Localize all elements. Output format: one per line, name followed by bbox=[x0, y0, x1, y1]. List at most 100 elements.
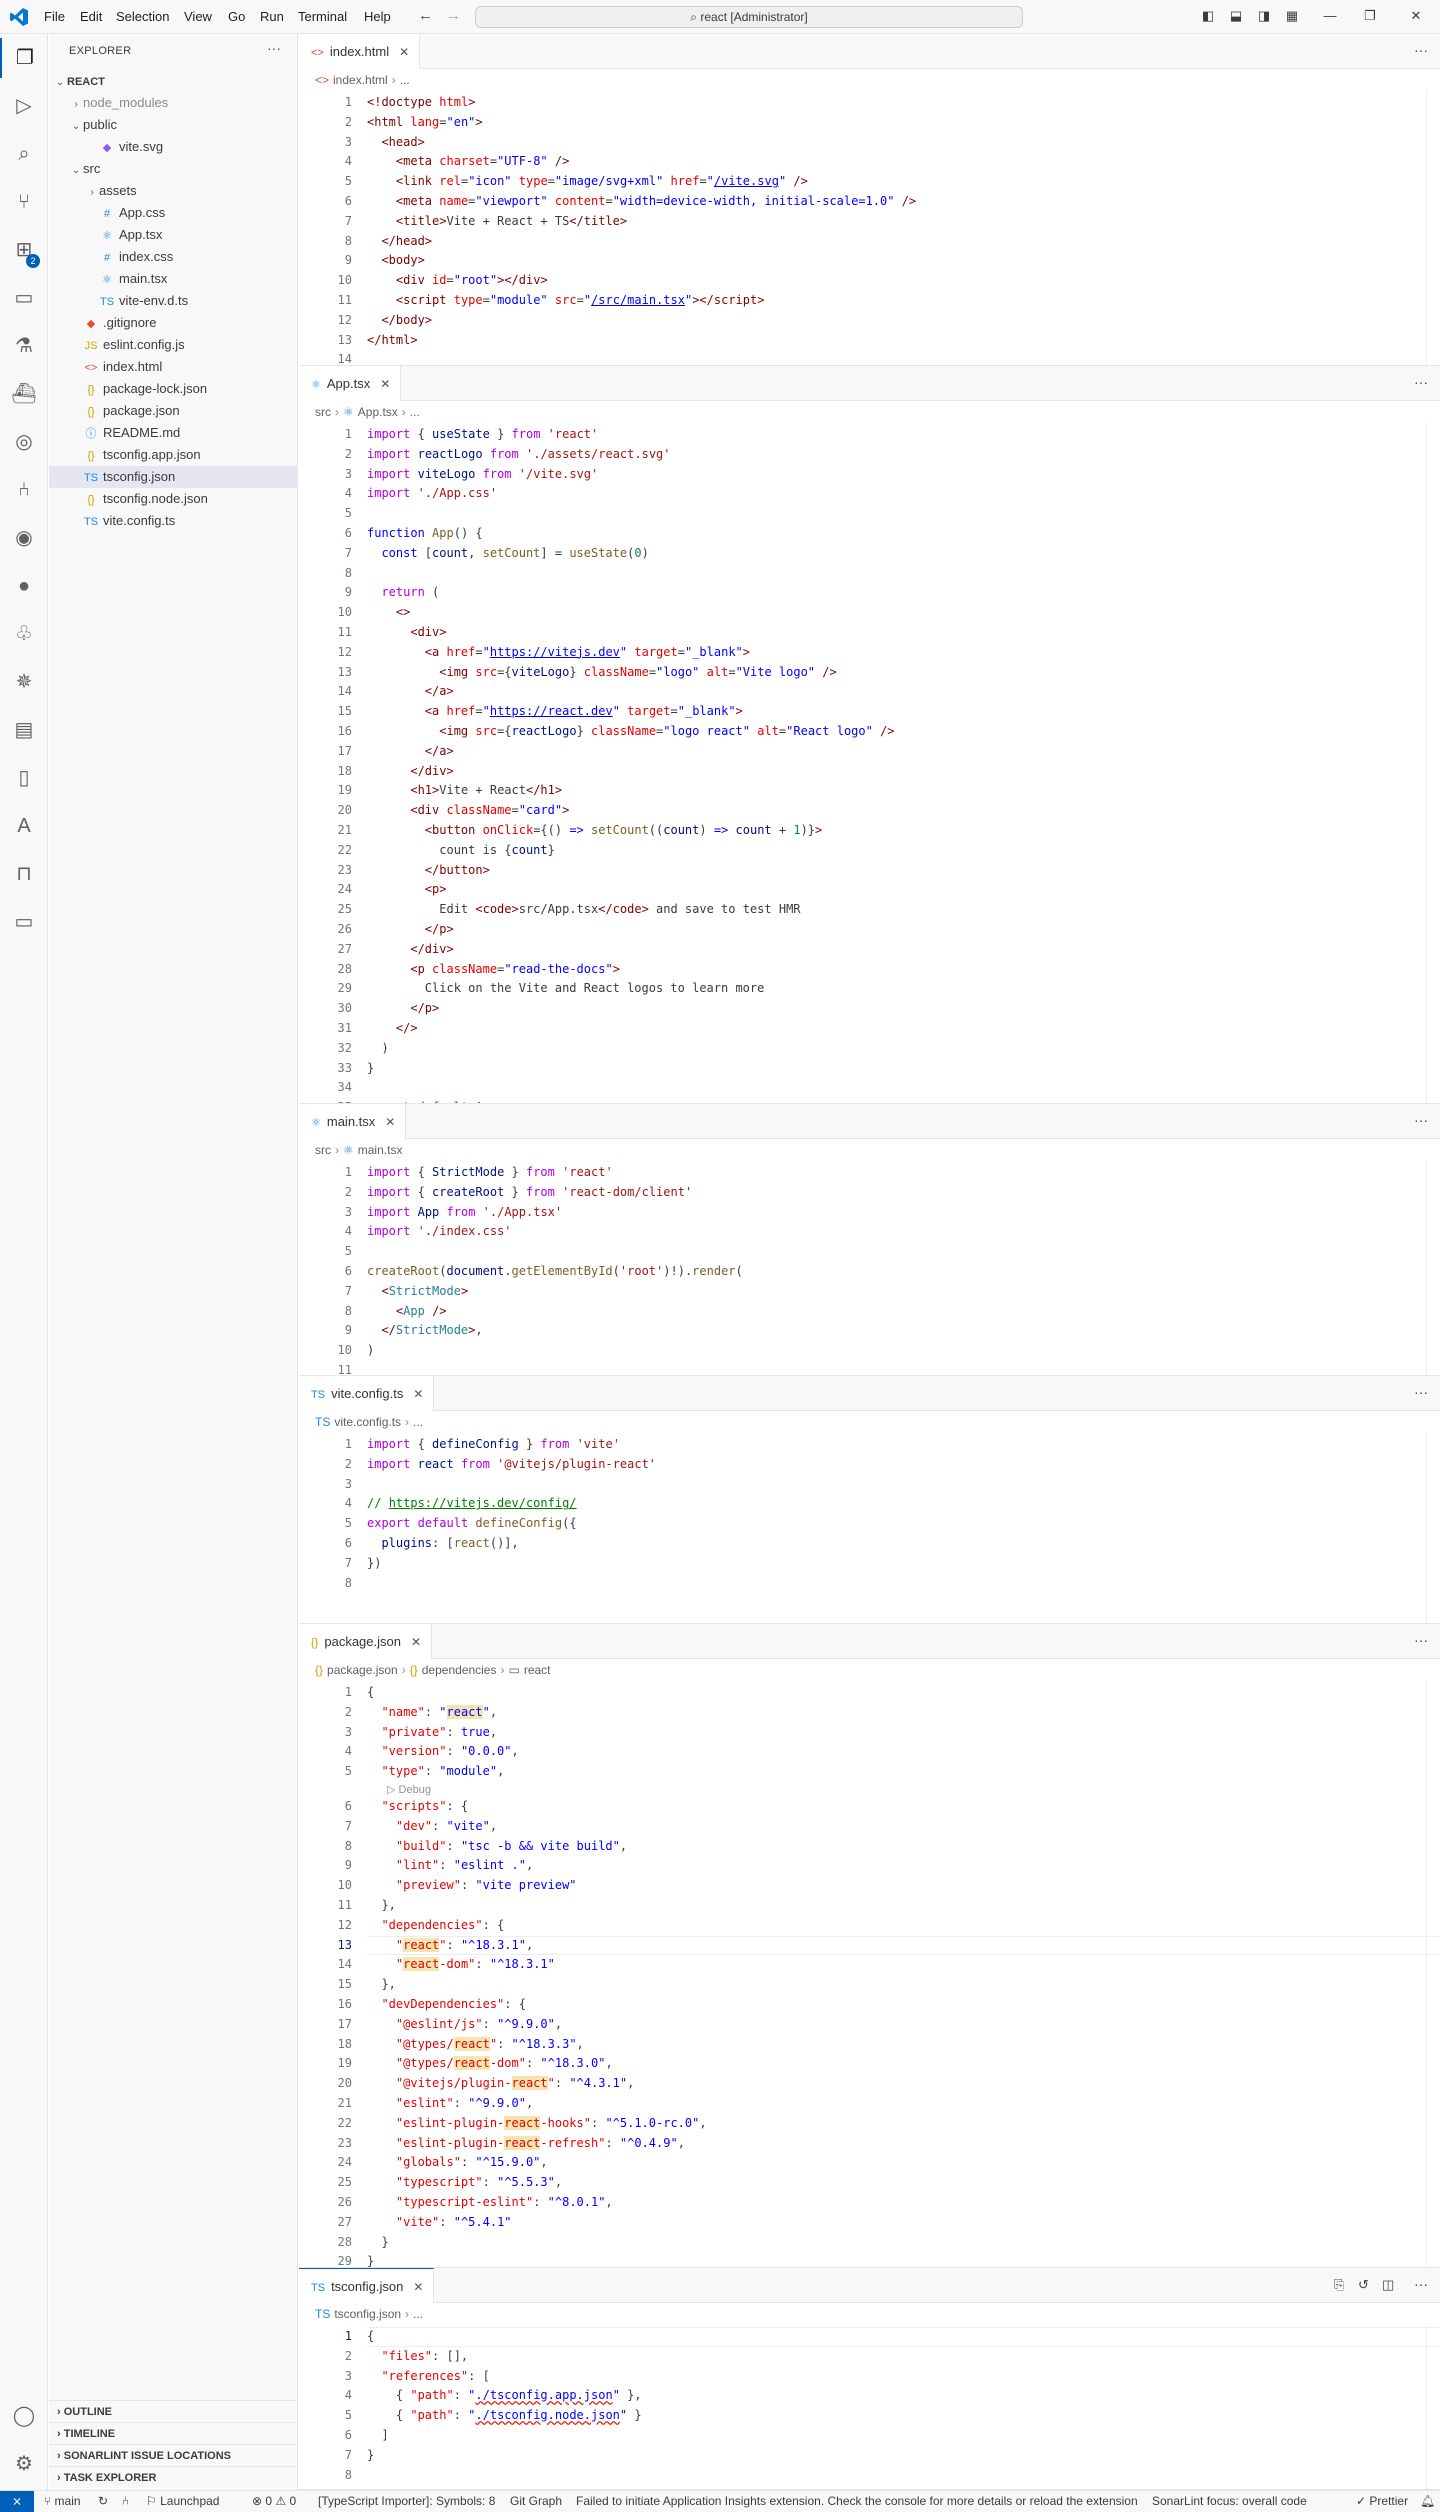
breadcrumb-item[interactable]: src bbox=[315, 1143, 331, 1157]
tree-item--gitignore[interactable]: ◆ .gitignore bbox=[49, 312, 298, 334]
code-line[interactable]: "type": "module", bbox=[367, 1764, 504, 1778]
more-actions-icon[interactable]: ··· bbox=[1414, 1632, 1428, 1648]
code-line[interactable]: <script type="module" src="/src/main.tsx… bbox=[367, 293, 765, 307]
breadcrumb-item[interactable]: {} package.json bbox=[315, 1663, 398, 1677]
close-tab-icon[interactable]: ✕ bbox=[385, 1115, 395, 1129]
menu-terminal[interactable]: Terminal bbox=[298, 9, 347, 24]
code-line[interactable]: return ( bbox=[367, 585, 439, 599]
code-line[interactable]: </p> bbox=[367, 922, 454, 936]
breadcrumb-item[interactable]: TS vite.config.ts bbox=[315, 1415, 401, 1429]
run-debug-icon[interactable]: ▷ bbox=[0, 86, 48, 126]
comments-icon[interactable]: ▭ bbox=[0, 902, 48, 942]
code-line[interactable]: <title>Vite + React + TS</title> bbox=[367, 214, 627, 228]
vertical-scrollbar[interactable] bbox=[1426, 2325, 1440, 2489]
menu-help[interactable]: Help bbox=[364, 9, 391, 24]
vertical-scrollbar[interactable] bbox=[1426, 1433, 1440, 1623]
code-line[interactable]: <div className="card"> bbox=[367, 803, 569, 817]
code-line[interactable]: "build": "tsc -b && vite build", bbox=[367, 1839, 627, 1853]
git-graph-icon[interactable]: ⑃ bbox=[0, 470, 48, 510]
code-line[interactable]: } bbox=[367, 1061, 374, 1075]
more-actions-icon[interactable]: ··· bbox=[1414, 42, 1428, 58]
code-line[interactable]: }, bbox=[367, 1898, 395, 1912]
code-line[interactable]: import reactLogo from './assets/react.sv… bbox=[367, 447, 671, 461]
remote-explorer-icon[interactable]: ▭ bbox=[0, 278, 48, 318]
tree-item-index-html[interactable]: <> index.html bbox=[49, 356, 298, 378]
sonarlint-status[interactable]: SonarLint focus: overall code bbox=[1152, 2491, 1307, 2512]
notifications-bell-icon[interactable]: 🔔︎ bbox=[1420, 2491, 1435, 2512]
github-icon[interactable]: ● bbox=[0, 566, 48, 606]
sync-icon[interactable]: ↻ bbox=[98, 2491, 108, 2512]
tree-item-package-json[interactable]: {} package.json bbox=[49, 400, 298, 422]
forward-arrow-icon[interactable]: → bbox=[446, 7, 461, 24]
code-line[interactable]: createRoot(document.getElementById('root… bbox=[367, 1264, 743, 1278]
code-line[interactable]: "devDependencies": { bbox=[367, 1997, 526, 2011]
tree-item-vite-env-d-ts[interactable]: TS vite-env.d.ts bbox=[49, 290, 298, 312]
code-line[interactable]: <a href="https://react.dev" target="_bla… bbox=[367, 704, 743, 718]
code-line[interactable]: </a> bbox=[367, 684, 454, 698]
code-line[interactable]: <> bbox=[367, 605, 410, 619]
close-tab-icon[interactable]: ✕ bbox=[413, 2280, 423, 2294]
tree-item-eslint-config-js[interactable]: JS eslint.config.js bbox=[49, 334, 298, 356]
close-tab-icon[interactable]: ✕ bbox=[413, 1387, 423, 1401]
breadcrumb-item[interactable]: ... bbox=[413, 2307, 423, 2321]
code-line[interactable]: </html> bbox=[367, 333, 418, 347]
code-line[interactable]: "react-dom": "^18.3.1" bbox=[367, 1957, 555, 1972]
code-line[interactable]: ) bbox=[367, 1343, 374, 1357]
code-line[interactable]: "eslint-plugin-react-hooks": "^5.1.0-rc.… bbox=[367, 2115, 707, 2130]
editor-tab[interactable]: ⚛ main.tsx ✕ bbox=[299, 1104, 407, 1139]
code-line[interactable]: "references": [ bbox=[367, 2369, 489, 2383]
tree-item-readme-md[interactable]: ⓘ README.md bbox=[49, 422, 298, 444]
code-line[interactable]: count is {count} bbox=[367, 843, 555, 857]
code-line[interactable]: import { StrictMode } from 'react' bbox=[367, 1165, 613, 1179]
containers-icon[interactable]: ▤ bbox=[0, 710, 48, 750]
feedback-tree-icon[interactable]: ♧ bbox=[0, 614, 48, 654]
code-line[interactable]: import viteLogo from '/vite.svg' bbox=[367, 467, 598, 481]
more-actions-icon[interactable]: ··· bbox=[1414, 1384, 1428, 1400]
tree-item-package-lock-json[interactable]: {} package-lock.json bbox=[49, 378, 298, 400]
source-control-icon[interactable]: ⑂ bbox=[0, 182, 48, 222]
code-line[interactable]: <StrictMode> bbox=[367, 1284, 468, 1298]
azure-icon[interactable]: A bbox=[0, 806, 48, 846]
importer-status[interactable]: [TypeScript Importer]: Symbols: 8 bbox=[318, 2491, 495, 2512]
tree-item-tsconfig-json[interactable]: TS tsconfig.json bbox=[49, 466, 298, 488]
code-line[interactable]: <button onClick={() => setCount((count) … bbox=[367, 823, 822, 837]
layout-sidebar-left-icon[interactable]: ◧ bbox=[1200, 8, 1216, 24]
tree-item-assets[interactable]: › assets bbox=[49, 180, 298, 202]
code-line[interactable]: }, bbox=[367, 1977, 395, 1991]
code-line[interactable]: Click on the Vite and React logos to lea… bbox=[367, 981, 765, 995]
timeline-section[interactable]: › TIMELINE bbox=[49, 2422, 298, 2444]
code-line[interactable]: "version": "0.0.0", bbox=[367, 1744, 518, 1758]
code-line[interactable]: "eslint-plugin-react-refresh": "^0.4.9", bbox=[367, 2135, 685, 2150]
more-actions-icon[interactable]: ··· bbox=[267, 40, 281, 56]
code-line[interactable]: "@vitejs/plugin-react": "^4.3.1", bbox=[367, 2076, 634, 2091]
manage-gear-icon[interactable]: ⚙ bbox=[0, 2444, 48, 2484]
code-line[interactable]: <meta charset="UTF-8" /> bbox=[367, 154, 569, 168]
tree-root-react[interactable]: ⌄ REACT bbox=[49, 70, 298, 92]
vertical-scrollbar[interactable] bbox=[1426, 1681, 1440, 2267]
problems-status[interactable]: ⊗ 0 ⚠ 0 bbox=[252, 2491, 296, 2512]
more-actions-icon[interactable]: ··· bbox=[1414, 1112, 1428, 1128]
editor-tab[interactable]: TS vite.config.ts ✕ bbox=[299, 1376, 435, 1411]
breadcrumb-item[interactable]: src bbox=[315, 405, 331, 419]
editor-tab[interactable]: TS tsconfig.json ✕ bbox=[299, 2268, 435, 2303]
breadcrumb-item[interactable]: {} dependencies bbox=[410, 1663, 497, 1677]
code-line[interactable]: </p> bbox=[367, 1001, 439, 1015]
tree-item-node-modules[interactable]: › node_modules bbox=[49, 92, 298, 114]
code-line[interactable]: }) bbox=[367, 1556, 381, 1570]
code-line[interactable]: import { useState } from 'react' bbox=[367, 427, 598, 441]
code-line[interactable]: </body> bbox=[367, 313, 432, 327]
code-line[interactable]: </head> bbox=[367, 234, 432, 248]
editor-tab[interactable]: <> index.html ✕ bbox=[299, 34, 421, 69]
split-editor-icon[interactable]: ◫ bbox=[1382, 2277, 1394, 2293]
code-line[interactable]: <div> bbox=[367, 625, 446, 639]
layout-panel-icon[interactable]: ⬓ bbox=[1228, 8, 1244, 24]
code-line[interactable]: "vite": "^5.4.1" bbox=[367, 2215, 512, 2229]
tree-item-index-css[interactable]: # index.css bbox=[49, 246, 298, 268]
vertical-scrollbar[interactable] bbox=[1426, 1161, 1440, 1375]
tree-item-main-tsx[interactable]: ⚛ main.tsx bbox=[49, 268, 298, 290]
gitlens-icon[interactable]: ◉ bbox=[0, 518, 48, 558]
docker-icon[interactable]: ⛴ bbox=[0, 374, 48, 414]
breadcrumb-item[interactable]: ... bbox=[410, 405, 420, 419]
breadcrumb-item[interactable]: ... bbox=[400, 73, 410, 87]
code-line[interactable]: "lint": "eslint .", bbox=[367, 1858, 533, 1872]
